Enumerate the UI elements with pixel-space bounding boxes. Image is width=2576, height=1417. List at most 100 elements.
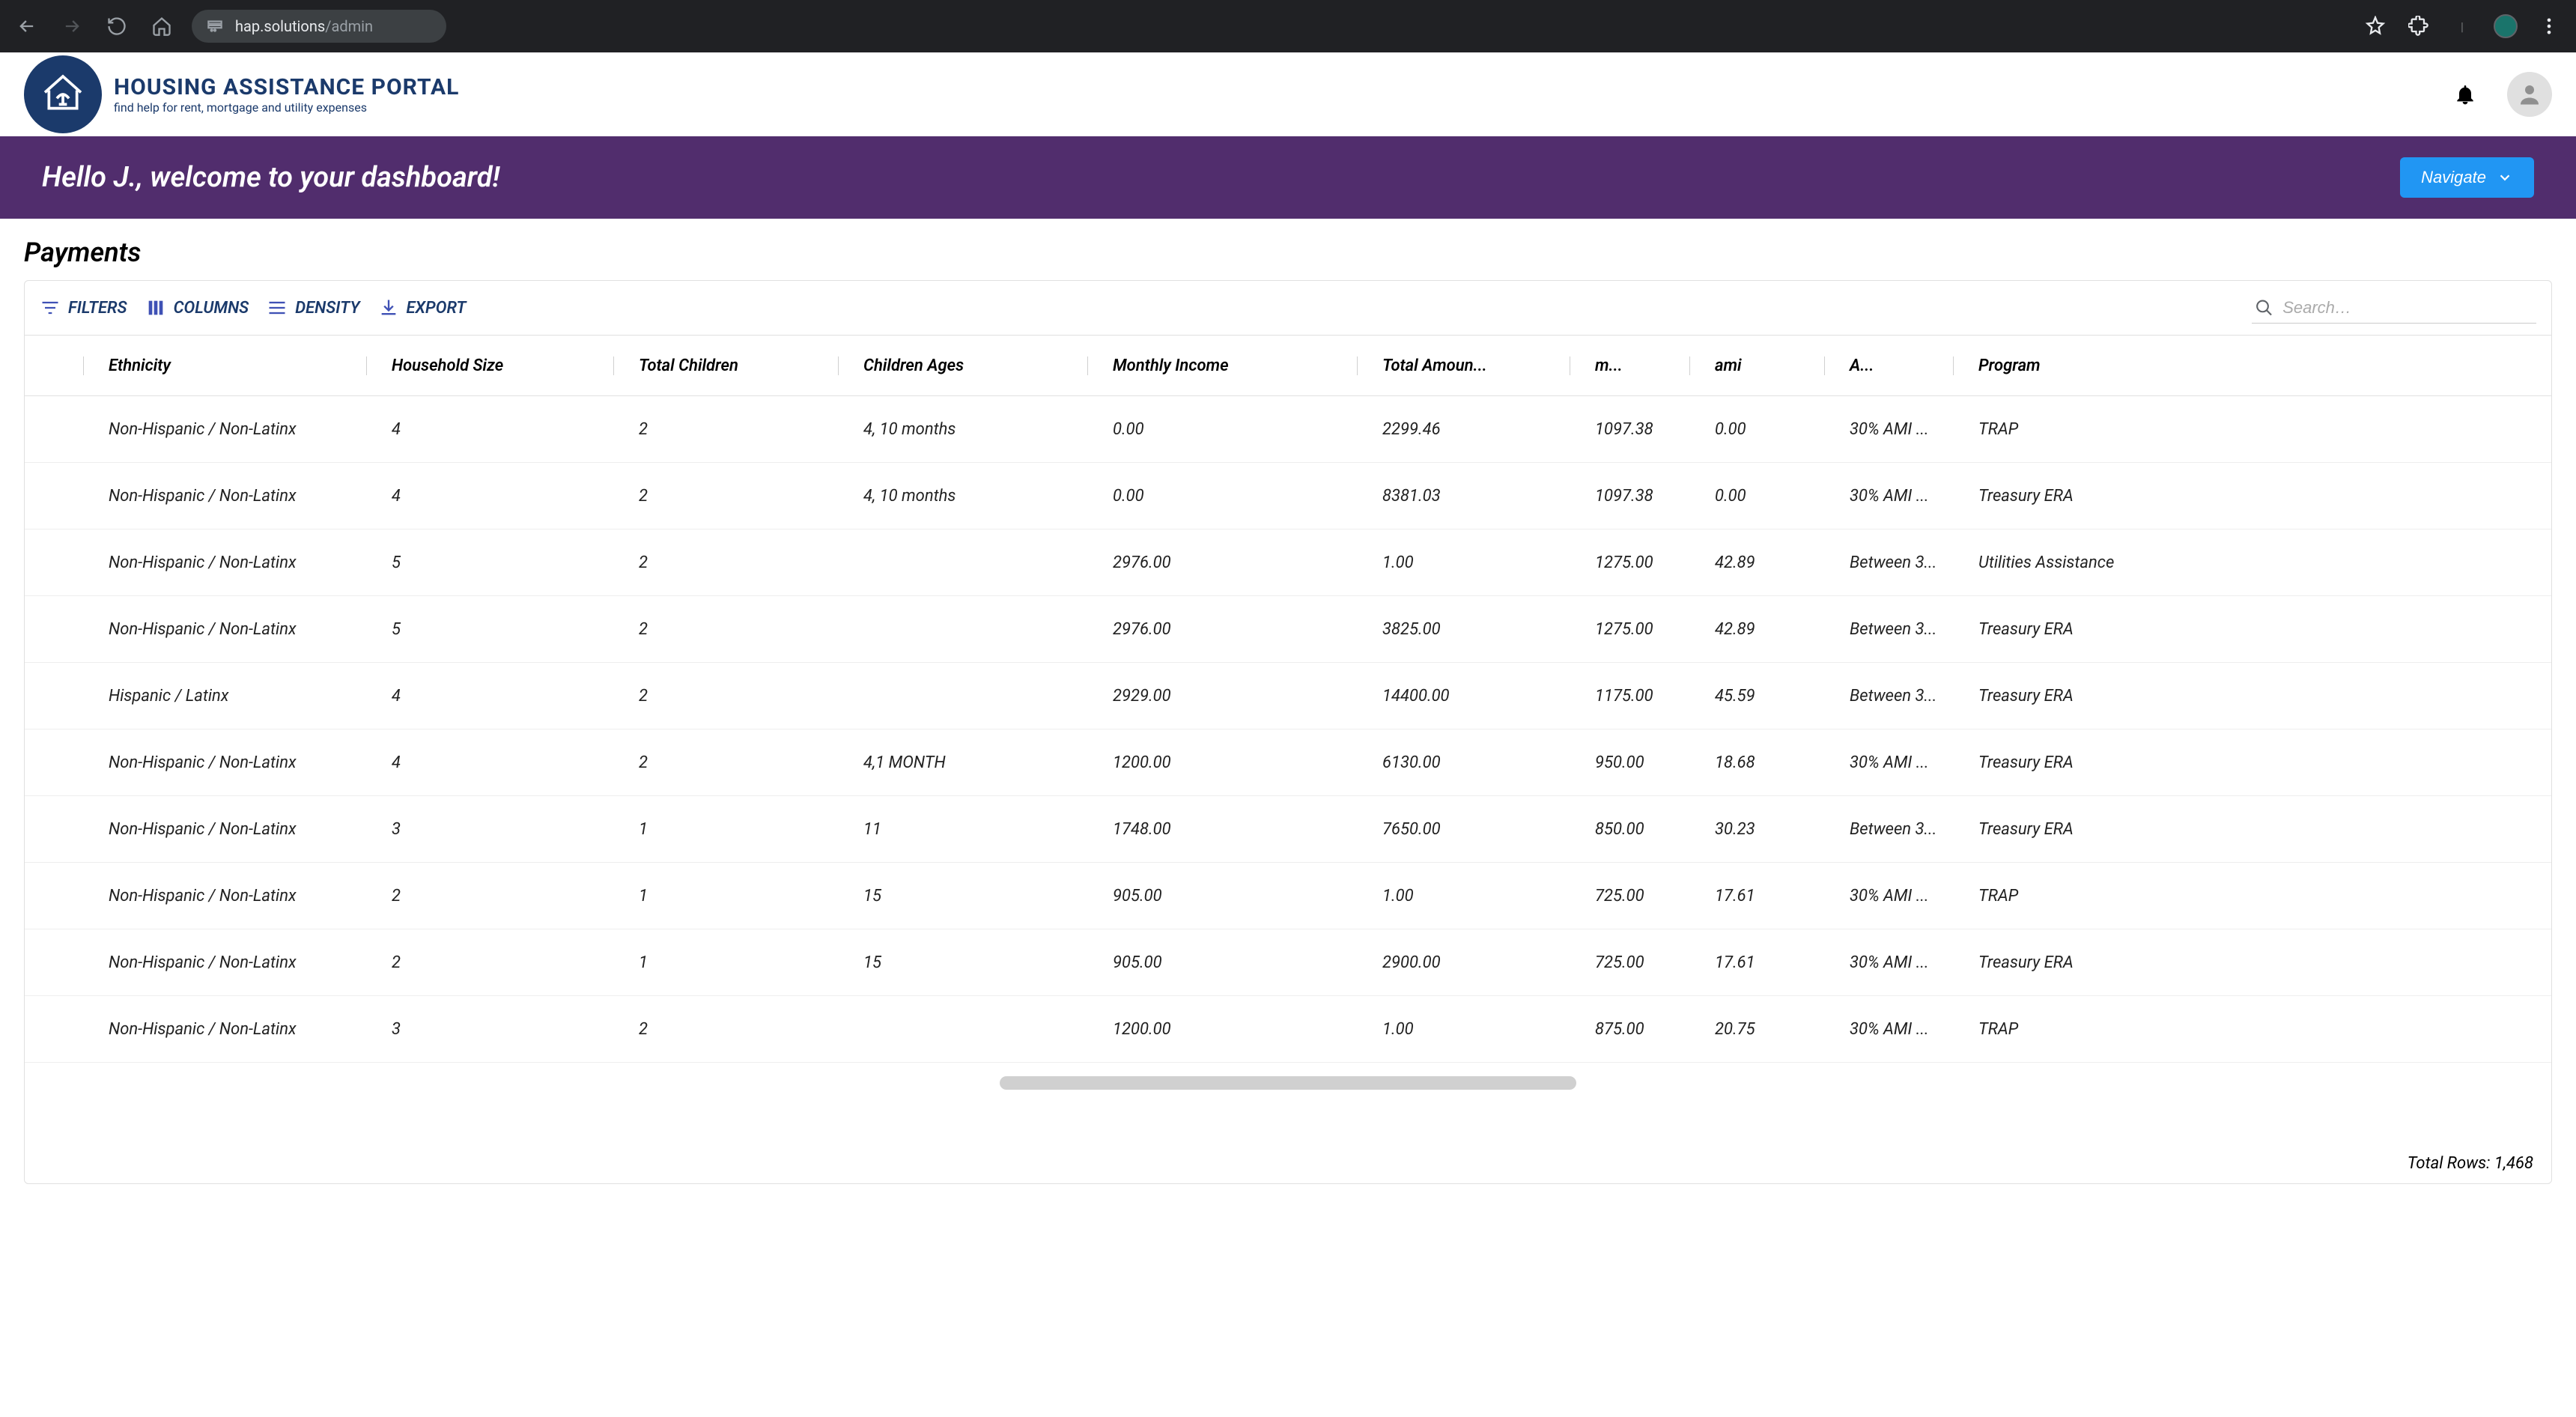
search-input[interactable] (2282, 298, 2533, 318)
forward-button[interactable] (60, 14, 84, 38)
cell-ami: 0.00 (1689, 420, 1824, 439)
cell-ami: 45.59 (1689, 687, 1824, 706)
cell-m: 850.00 (1570, 820, 1689, 839)
site-info-icon[interactable] (205, 16, 225, 36)
cell-ethnicity: Non-Hispanic / Non-Latinx (83, 487, 366, 506)
table-row[interactable]: Non-Hispanic / Non-Latinx424, 10 months0… (25, 463, 2551, 530)
density-button[interactable]: DENSITY (267, 297, 359, 318)
cell-ethnicity: Hispanic / Latinx (83, 687, 366, 706)
cell-program: Treasury ERA (1953, 687, 2163, 706)
col-header-household[interactable]: Household Size (366, 356, 613, 375)
cell-ethnicity: Non-Hispanic / Non-Latinx (83, 753, 366, 772)
col-header-children[interactable]: Total Children (613, 356, 838, 375)
density-icon (267, 297, 288, 318)
cell-program: Treasury ERA (1953, 487, 2163, 506)
cell-program: Treasury ERA (1953, 953, 2163, 972)
cell-program: Treasury ERA (1953, 820, 2163, 839)
cell-children: 2 (613, 553, 838, 572)
cell-amount: 6130.00 (1357, 753, 1570, 772)
cell-m: 725.00 (1570, 887, 1689, 905)
url-main: hap.solutions (235, 17, 325, 35)
cell-amount: 1.00 (1357, 1020, 1570, 1039)
cell-program: TRAP (1953, 1020, 2163, 1039)
cell-m: 875.00 (1570, 1020, 1689, 1039)
cell-household: 5 (366, 553, 613, 572)
cell-amount: 3825.00 (1357, 620, 1570, 639)
cell-program: Treasury ERA (1953, 620, 2163, 639)
navigate-button[interactable]: Navigate (2400, 157, 2534, 198)
table-row[interactable]: Non-Hispanic / Non-Latinx31111748.007650… (25, 796, 2551, 863)
reload-button[interactable] (105, 14, 129, 38)
col-header-amount[interactable]: Total Amoun... (1357, 356, 1570, 375)
welcome-bar: Hello J., welcome to your dashboard! Nav… (0, 136, 2576, 219)
cell-household: 4 (366, 487, 613, 506)
cell-amount: 2299.46 (1357, 420, 1570, 439)
cell-program: TRAP (1953, 887, 2163, 905)
extensions-icon[interactable] (2407, 14, 2431, 38)
cell-ages: 15 (838, 887, 1087, 905)
cell-m: 1275.00 (1570, 620, 1689, 639)
export-label: EXPORT (407, 299, 467, 318)
cell-ethnicity: Non-Hispanic / Non-Latinx (83, 553, 366, 572)
table-row[interactable]: Non-Hispanic / Non-Latinx424,1 MONTH1200… (25, 729, 2551, 796)
filter-icon (40, 297, 61, 318)
table-row[interactable]: Non-Hispanic / Non-Latinx2115905.001.007… (25, 863, 2551, 929)
table-toolbar: FILTERS COLUMNS DENSITY EXPORT (25, 281, 2551, 335)
cell-household: 4 (366, 753, 613, 772)
logo-icon (24, 55, 102, 133)
cell-household: 5 (366, 620, 613, 639)
cell-income: 0.00 (1087, 420, 1357, 439)
search-box[interactable] (2252, 293, 2536, 324)
cell-ami: 42.89 (1689, 553, 1824, 572)
cell-income: 905.00 (1087, 953, 1357, 972)
col-header-program[interactable]: Program (1953, 356, 2163, 375)
cell-household: 2 (366, 953, 613, 972)
cell-ages: 15 (838, 953, 1087, 972)
columns-button[interactable]: COLUMNS (145, 297, 249, 318)
chevron-down-icon (2497, 169, 2513, 186)
back-button[interactable] (15, 14, 39, 38)
user-avatar[interactable] (2507, 72, 2552, 117)
cell-amount: 1.00 (1357, 887, 1570, 905)
cell-amount: 8381.03 (1357, 487, 1570, 506)
header-right (2453, 72, 2552, 117)
cell-program: Treasury ERA (1953, 753, 2163, 772)
chrome-menu-icon[interactable] (2537, 14, 2561, 38)
cell-a: Between 3... (1824, 687, 1953, 706)
home-button[interactable] (150, 14, 174, 38)
col-header-income[interactable]: Monthly Income (1087, 356, 1357, 375)
table-row[interactable]: Non-Hispanic / Non-Latinx321200.001.0087… (25, 996, 2551, 1063)
profile-avatar[interactable] (2494, 14, 2518, 38)
divider: | (2450, 14, 2474, 38)
cell-a: 30% AMI ... (1824, 1020, 1953, 1039)
notifications-icon[interactable] (2453, 82, 2477, 106)
col-header-ami[interactable]: ami (1689, 356, 1824, 375)
cell-ages: 4,1 MONTH (838, 753, 1087, 772)
table-row[interactable]: Hispanic / Latinx422929.0014400.001175.0… (25, 663, 2551, 729)
col-header-ages[interactable]: Children Ages (838, 356, 1087, 375)
cell-children: 2 (613, 753, 838, 772)
cell-amount: 7650.00 (1357, 820, 1570, 839)
cell-income: 2976.00 (1087, 553, 1357, 572)
logo-block[interactable]: HOUSING ASSISTANCE PORTAL find help for … (24, 55, 459, 133)
cell-ethnicity: Non-Hispanic / Non-Latinx (83, 620, 366, 639)
col-header-ethnicity[interactable]: Ethnicity (83, 356, 366, 375)
col-header-a[interactable]: A... (1824, 356, 1953, 375)
col-header-m[interactable]: m... (1570, 356, 1689, 375)
export-button[interactable]: EXPORT (378, 297, 467, 318)
cell-ages: 4, 10 months (838, 487, 1087, 506)
table-row[interactable]: Non-Hispanic / Non-Latinx522976.001.0012… (25, 530, 2551, 596)
cell-a: 30% AMI ... (1824, 487, 1953, 506)
cell-household: 4 (366, 687, 613, 706)
horizontal-scrollbar[interactable] (1000, 1076, 1576, 1090)
app-header: HOUSING ASSISTANCE PORTAL find help for … (0, 52, 2576, 136)
bookmark-icon[interactable] (2363, 14, 2387, 38)
cell-ages: 4, 10 months (838, 420, 1087, 439)
filters-button[interactable]: FILTERS (40, 297, 127, 318)
table-row[interactable]: Non-Hispanic / Non-Latinx522976.003825.0… (25, 596, 2551, 663)
cell-children: 2 (613, 487, 838, 506)
url-bar[interactable]: hap.solutions/admin (192, 10, 446, 43)
table-row[interactable]: Non-Hispanic / Non-Latinx2115905.002900.… (25, 929, 2551, 996)
table-row[interactable]: Non-Hispanic / Non-Latinx424, 10 months0… (25, 396, 2551, 463)
cell-amount: 14400.00 (1357, 687, 1570, 706)
